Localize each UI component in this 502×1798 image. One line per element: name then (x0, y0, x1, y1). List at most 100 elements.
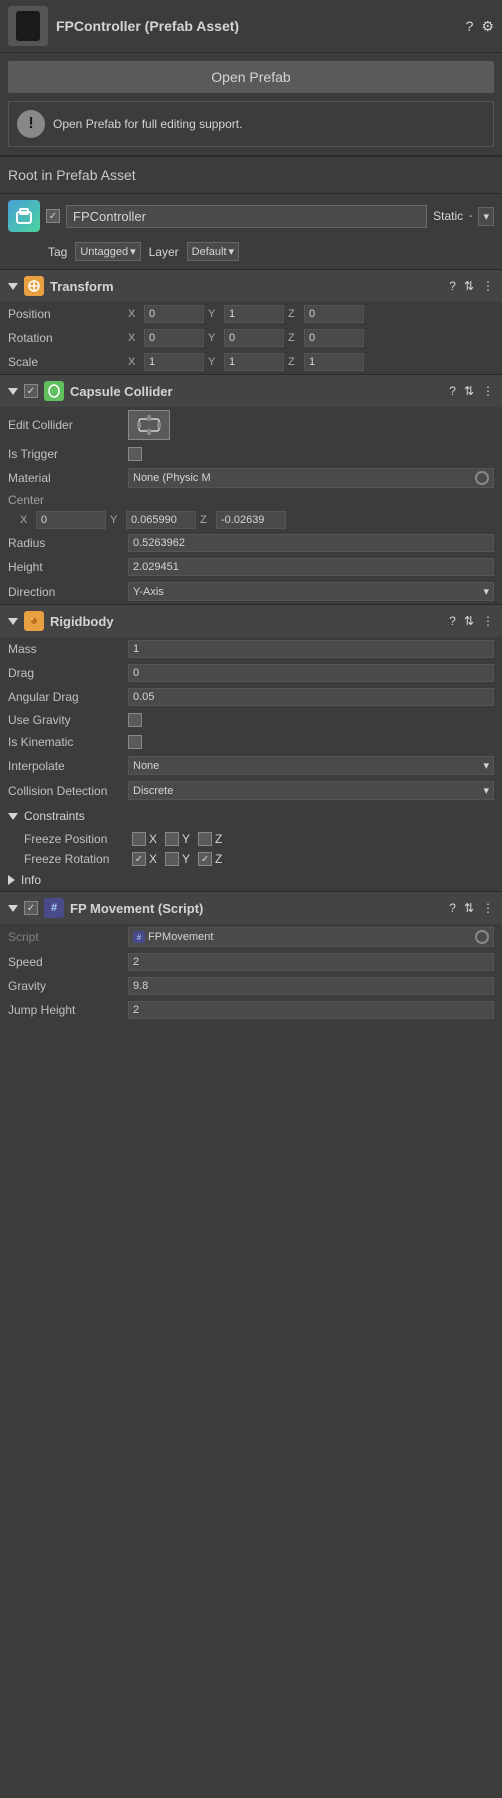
script-value[interactable]: # FPMovement (128, 927, 494, 947)
rotation-z-label: Z (288, 332, 300, 344)
collision-detection-chevron-icon: ▾ (483, 784, 489, 797)
collision-detection-dropdown[interactable]: Discrete ▾ (128, 781, 494, 800)
capsule-settings-icon[interactable]: ⇅ (464, 384, 474, 398)
capsule-menu-icon[interactable]: ⋮ (482, 384, 494, 398)
rotation-y-input[interactable] (224, 329, 284, 347)
is-trigger-checkbox[interactable] (128, 447, 142, 461)
capsule-collapse-arrow[interactable] (8, 388, 18, 395)
layer-dropdown[interactable]: Default ▾ (187, 242, 239, 261)
tag-dropdown[interactable]: Untagged ▾ (75, 242, 140, 261)
freeze-rot-z-checkbox[interactable] (198, 852, 212, 866)
rigidbody-collapse-arrow[interactable] (8, 618, 18, 625)
center-y-label: Y (110, 514, 122, 526)
position-y-input[interactable] (224, 305, 284, 323)
scale-y-input[interactable] (224, 353, 284, 371)
script-icon-small: # (133, 931, 145, 943)
root-label: Root in Prefab Asset (0, 157, 502, 194)
speed-input[interactable] (128, 953, 494, 971)
constraints-title[interactable]: Constraints (8, 807, 494, 825)
info-row[interactable]: Info (0, 869, 502, 891)
is-kinematic-checkbox[interactable] (128, 735, 142, 749)
fp-movement-help-icon[interactable]: ? (449, 901, 456, 915)
material-row: Material None (Physic M (0, 465, 502, 491)
capsule-active-checkbox[interactable] (24, 384, 38, 398)
fp-movement-settings-icon[interactable]: ⇅ (464, 901, 474, 915)
rigidbody-help-icon[interactable]: ? (449, 614, 456, 628)
fp-movement-collapse-arrow[interactable] (8, 905, 18, 912)
scale-label: Scale (8, 355, 128, 369)
info-label: Info (21, 873, 41, 887)
transform-collapse-arrow[interactable] (8, 283, 18, 290)
transform-help-icon[interactable]: ? (449, 279, 456, 293)
jump-height-input[interactable] (128, 1001, 494, 1019)
drag-input[interactable] (128, 664, 494, 682)
transform-settings-icon[interactable]: ⇅ (464, 279, 474, 293)
constraints-section: Constraints (0, 803, 502, 829)
rotation-x-input[interactable] (144, 329, 204, 347)
rigidbody-menu-icon[interactable]: ⋮ (482, 614, 494, 628)
rotation-z-input[interactable] (304, 329, 364, 347)
tag-layer-row: Tag Untagged ▾ Layer Default ▾ (0, 238, 502, 269)
collision-detection-label: Collision Detection (8, 784, 128, 798)
static-dropdown[interactable]: ▾ (478, 207, 494, 226)
freeze-rot-y-checkbox[interactable] (165, 852, 179, 866)
header-icons: ? ⚙ (466, 18, 494, 35)
mass-input[interactable] (128, 640, 494, 658)
script-label: Script (8, 930, 128, 944)
drag-label: Drag (8, 666, 128, 680)
edit-collider-button[interactable] (128, 410, 170, 440)
capsule-help-icon[interactable]: ? (449, 384, 456, 398)
help-icon-btn[interactable]: ? (466, 18, 474, 34)
position-z-label: Z (288, 308, 300, 320)
mass-label: Mass (8, 642, 128, 656)
material-value[interactable]: None (Physic M (128, 468, 494, 488)
prefab-title: FPController (Prefab Asset) (56, 18, 458, 34)
position-x-input[interactable] (144, 305, 204, 323)
transform-menu-icon[interactable]: ⋮ (482, 279, 494, 293)
rotation-values: X Y Z (128, 329, 494, 347)
scale-x-input[interactable] (144, 353, 204, 371)
script-row: Script # FPMovement (0, 924, 502, 950)
edit-collider-row: Edit Collider (0, 407, 502, 443)
freeze-rotation-label: Freeze Rotation (24, 852, 124, 866)
capsule-collider-icon (44, 381, 64, 401)
position-label: Position (8, 307, 128, 321)
fp-movement-active-checkbox[interactable] (24, 901, 38, 915)
gravity-input[interactable] (128, 977, 494, 995)
interpolate-dropdown[interactable]: None ▾ (128, 756, 494, 775)
interpolate-row: Interpolate None ▾ (0, 753, 502, 778)
top-header: FPController (Prefab Asset) ? ⚙ (0, 0, 502, 53)
fp-movement-menu-icon[interactable]: ⋮ (482, 901, 494, 915)
freeze-rot-x-checkbox[interactable] (132, 852, 146, 866)
height-input[interactable] (128, 558, 494, 576)
go-name-input[interactable] (66, 205, 427, 228)
freeze-pos-y-checkbox[interactable] (165, 832, 179, 846)
freeze-pos-z-checkbox[interactable] (198, 832, 212, 846)
center-y-input[interactable] (126, 511, 196, 529)
settings-icon-btn[interactable]: ⚙ (481, 18, 494, 35)
rigidbody-settings-icon[interactable]: ⇅ (464, 614, 474, 628)
radius-input[interactable] (128, 534, 494, 552)
direction-label: Direction (8, 585, 128, 599)
go-active-checkbox[interactable] (46, 209, 60, 223)
center-z-label: Z (200, 514, 212, 526)
gravity-label: Gravity (8, 979, 128, 993)
material-circle-icon (475, 471, 489, 485)
direction-dropdown[interactable]: Y-Axis ▾ (128, 582, 494, 601)
layer-label: Layer (149, 245, 179, 259)
position-z-input[interactable] (304, 305, 364, 323)
constraints-collapse-arrow[interactable] (8, 813, 18, 820)
angular-drag-input[interactable] (128, 688, 494, 706)
open-prefab-button[interactable]: Open Prefab (8, 61, 494, 93)
use-gravity-row: Use Gravity (0, 709, 502, 731)
direction-row: Direction Y-Axis ▾ (0, 579, 502, 604)
info-expand-arrow[interactable] (8, 875, 15, 885)
angular-drag-row: Angular Drag (0, 685, 502, 709)
interpolate-chevron-icon: ▾ (483, 759, 489, 772)
center-x-input[interactable] (36, 511, 106, 529)
is-kinematic-label: Is Kinematic (8, 735, 128, 749)
center-z-input[interactable] (216, 511, 286, 529)
scale-z-input[interactable] (304, 353, 364, 371)
use-gravity-checkbox[interactable] (128, 713, 142, 727)
freeze-pos-x-checkbox[interactable] (132, 832, 146, 846)
